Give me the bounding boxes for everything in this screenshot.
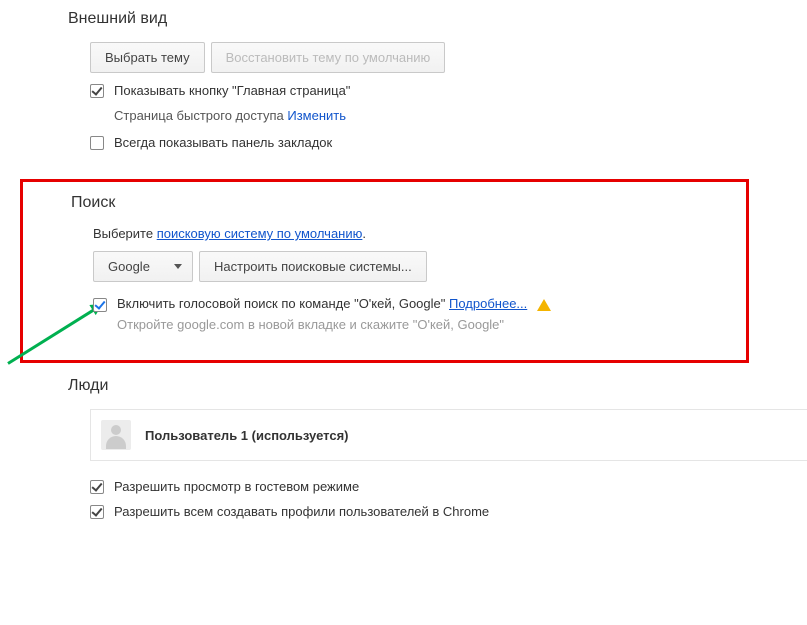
show-home-row: Показывать кнопку "Главная страница": [90, 83, 787, 98]
theme-buttons-row: Выбрать тему Восстановить тему по умолча…: [90, 42, 787, 73]
search-engine-value: Google: [108, 259, 150, 274]
engine-controls-row: Google Настроить поисковые системы...: [93, 251, 726, 282]
show-bookmarks-checkbox[interactable]: [90, 136, 104, 150]
voice-search-subtext: Откройте google.com в новой вкладке и ск…: [117, 317, 726, 332]
warning-icon: [537, 299, 551, 311]
allow-create-row: Разрешить всем создавать профили пользов…: [90, 504, 807, 519]
show-home-checkbox[interactable]: [90, 84, 104, 98]
search-engine-select[interactable]: Google: [93, 251, 193, 282]
appearance-section: Внешний вид Выбрать тему Восстановить те…: [0, 0, 807, 175]
show-bookmarks-row: Всегда показывать панель закладок: [90, 135, 787, 150]
show-home-label: Показывать кнопку "Главная страница": [114, 83, 350, 98]
appearance-title: Внешний вид: [68, 10, 787, 28]
search-desc-row: Выберите поисковую систему по умолчанию.: [93, 226, 726, 241]
search-section-highlight: Поиск Выберите поисковую систему по умол…: [20, 179, 749, 363]
manage-engines-button[interactable]: Настроить поисковые системы...: [199, 251, 427, 282]
voice-learn-more-link[interactable]: Подробнее...: [449, 296, 527, 311]
restore-theme-button[interactable]: Восстановить тему по умолчанию: [211, 42, 446, 73]
user-row[interactable]: Пользователь 1 (используется): [90, 409, 807, 461]
home-sub-label: Страница быстрого доступа: [114, 108, 284, 123]
search-prefix: Выберите: [93, 226, 157, 241]
voice-search-checkbox[interactable]: [93, 298, 107, 312]
choose-theme-button[interactable]: Выбрать тему: [90, 42, 205, 73]
default-engine-link[interactable]: поисковую систему по умолчанию: [157, 226, 363, 241]
allow-create-checkbox[interactable]: [90, 505, 104, 519]
people-section: Люди Пользователь 1 (используется) Разре…: [0, 367, 807, 544]
voice-search-label: Включить голосовой поиск по команде "О'к…: [117, 296, 445, 311]
user-label: Пользователь 1 (используется): [145, 428, 349, 443]
guest-label: Разрешить просмотр в гостевом режиме: [114, 479, 359, 494]
guest-checkbox[interactable]: [90, 480, 104, 494]
people-title: Люди: [68, 377, 807, 395]
home-subtext: Страница быстрого доступа Изменить: [114, 108, 787, 123]
annotation-arrow: [7, 304, 102, 365]
show-bookmarks-label: Всегда показывать панель закладок: [114, 135, 332, 150]
guest-row: Разрешить просмотр в гостевом режиме: [90, 479, 807, 494]
home-change-link[interactable]: Изменить: [287, 108, 346, 123]
avatar-icon: [101, 420, 131, 450]
search-title: Поиск: [71, 194, 726, 212]
search-suffix: .: [362, 226, 366, 241]
chevron-down-icon: [174, 264, 182, 269]
voice-search-row: Включить голосовой поиск по команде "О'к…: [93, 296, 726, 332]
allow-create-label: Разрешить всем создавать профили пользов…: [114, 504, 489, 519]
